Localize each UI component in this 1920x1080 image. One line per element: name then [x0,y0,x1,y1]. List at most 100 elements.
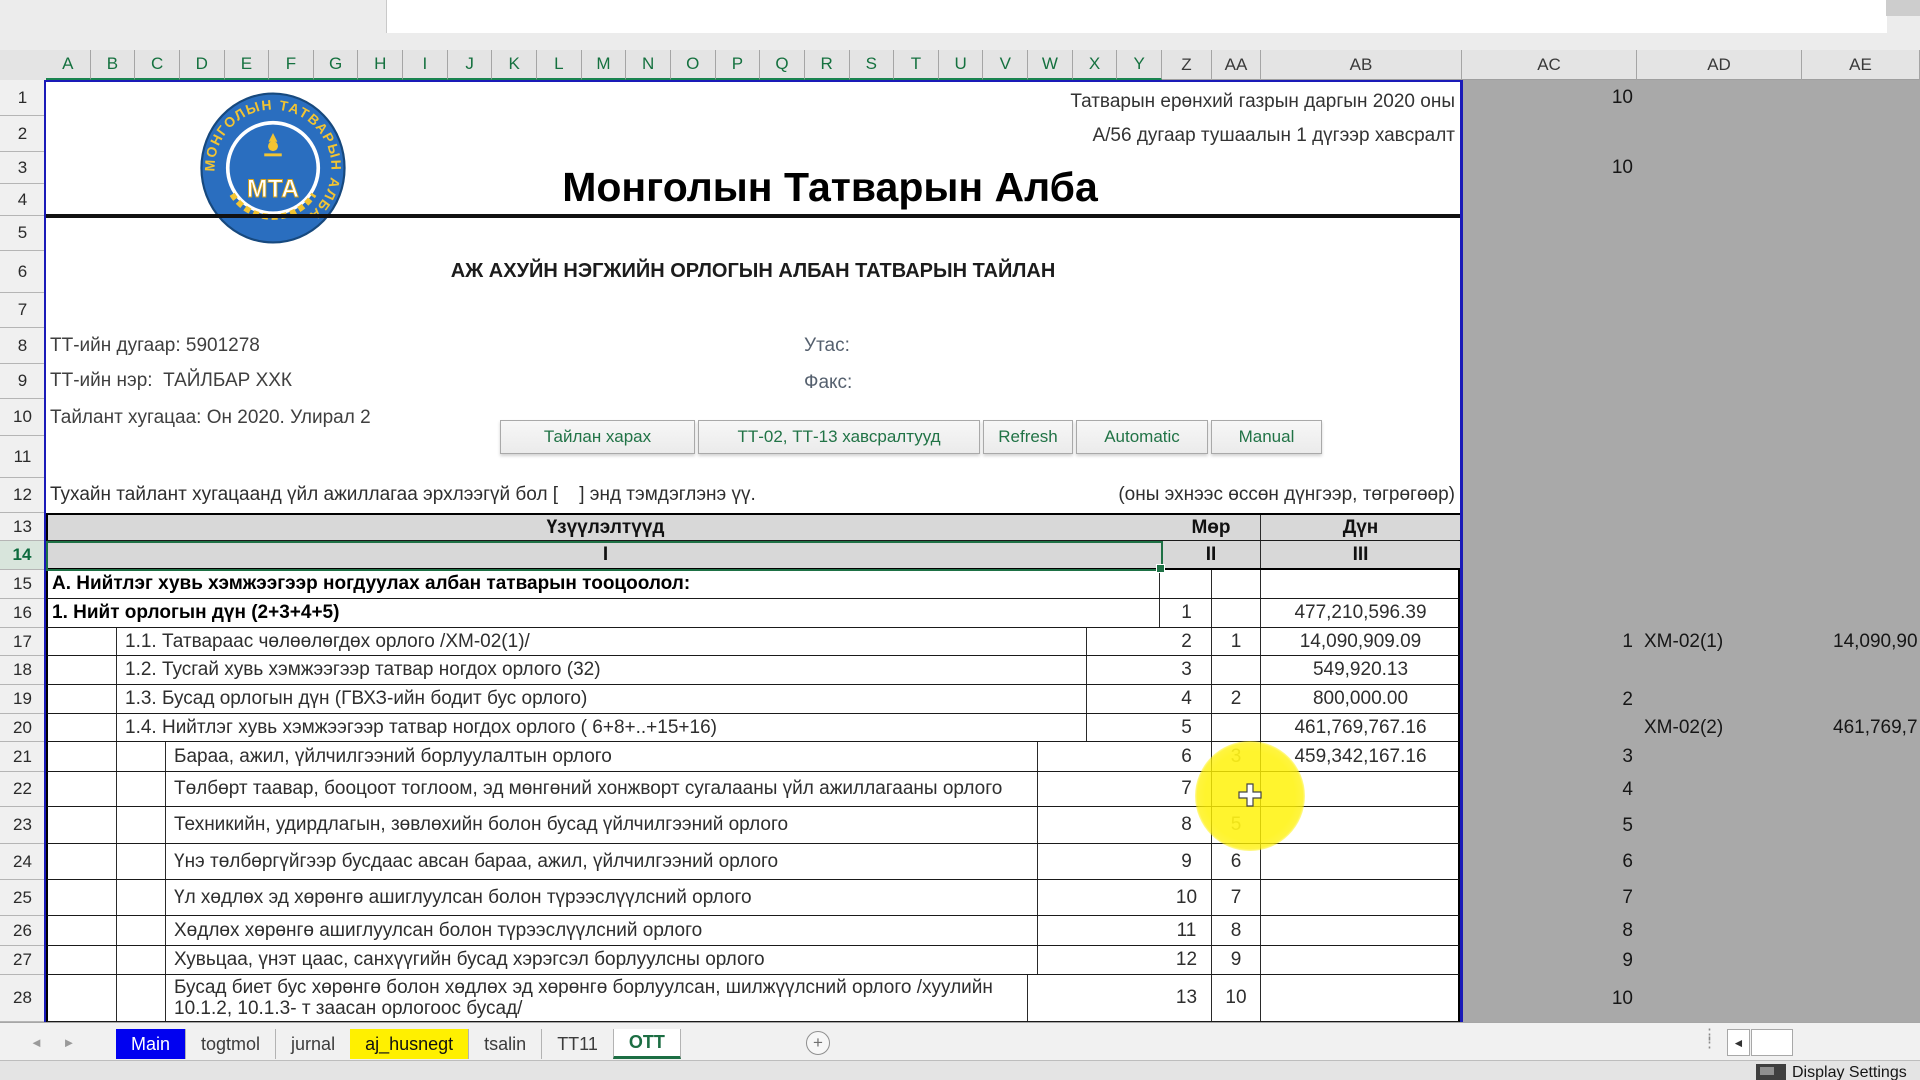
row-header-6[interactable]: 6 [0,251,46,293]
row-header-22[interactable]: 22 [0,772,46,807]
column-header-AC[interactable]: AC [1462,50,1637,80]
display-settings-label[interactable]: Display Settings [1792,1064,1907,1080]
table-cell-amount-r17[interactable]: 14,090,909.09 [1261,628,1460,655]
table-cell-sub-no-r18[interactable] [1212,656,1261,684]
table-cell-indicator-r15[interactable]: А. Нийтлэг хувь хэмжээгээр ногдуулах алб… [48,570,1160,598]
side-cell-ad-r17[interactable]: ХМ-02(1) [1644,628,1802,656]
row-header-21[interactable]: 21 [0,742,46,772]
column-header-AB[interactable]: AB [1261,50,1462,80]
column-header-X[interactable]: X [1073,50,1118,80]
macro-button-3[interactable]: Refresh [983,420,1073,454]
row-header-12[interactable]: 12 [0,478,46,513]
row-header-24[interactable]: 24 [0,844,46,880]
column-header-Q[interactable]: Q [760,50,805,80]
side-cell-ac-r26[interactable]: 8 [1463,916,1633,946]
table-header-amount[interactable]: Дүн [1261,515,1460,540]
table-cell-indicator-r26[interactable]: Хөдлөх хөрөнгө ашиглуулсан болон түрээсл… [48,916,1038,945]
table-cell-sub-no-r27[interactable]: 9 [1212,946,1261,974]
row-header-10[interactable]: 10 [0,399,46,436]
row-header-11[interactable]: 11 [0,436,46,478]
table-cell-amount-r24[interactable] [1261,844,1460,879]
side-cell-ac-r24[interactable]: 6 [1463,844,1633,880]
table-cell-indicator-r23[interactable]: Техникийн, удирдлагын, зөвлөхийн болон б… [48,807,1038,843]
table-cell-line-no-r22[interactable]: 7 [1162,772,1212,806]
tabbar-resize-dots-icon[interactable]: ⋮⋮ [1702,1031,1712,1047]
table-cell-sub-no-r17[interactable]: 1 [1212,628,1261,655]
column-header-H[interactable]: H [358,50,403,80]
side-cell-ac-r21[interactable]: 3 [1463,742,1633,772]
table-cell-sub-no-r19[interactable]: 2 [1212,685,1261,713]
side-cell-ac-r19[interactable]: 2 [1463,685,1633,714]
row-header-15[interactable]: 15 [0,570,46,599]
table-cell-indicator-r25[interactable]: Үл хөдлөх эд хөрөнгө ашиглуулсан болон т… [48,880,1038,915]
row-header-8[interactable]: 8 [0,328,46,364]
table-cell-amount-r15[interactable] [1261,570,1460,598]
table-cell-sub-no-r24[interactable]: 6 [1212,844,1261,879]
table-cell-line-no-r21[interactable]: 6 [1162,742,1212,771]
column-header-B[interactable]: B [91,50,136,80]
table-cell-indicator-r21[interactable]: Бараа, ажил, үйлчилгээний борлуулалтын о… [48,742,1038,771]
row-header-1[interactable]: 1 [0,80,46,116]
column-header-L[interactable]: L [537,50,582,80]
hscroll-left-arrow[interactable]: ◄ [1727,1029,1750,1056]
table-header-roman-1[interactable]: I [48,541,1164,568]
column-header-G[interactable]: G [314,50,359,80]
phone-label[interactable]: Утас: [804,335,850,357]
table-cell-sub-no-r23[interactable]: 5 [1212,807,1261,843]
table-cell-line-no-r25[interactable]: 10 [1162,880,1212,915]
column-header-AD[interactable]: AD [1637,50,1802,80]
table-cell-sub-no-r16[interactable] [1212,599,1261,627]
table-header-roman-3[interactable]: III [1261,541,1460,568]
side-cell-ac-r3[interactable]: 10 [1463,152,1633,184]
table-cell-indicator-r16[interactable]: 1. Нийт орлогын дүн (2+3+4+5) [48,599,1160,627]
table-cell-amount-r27[interactable] [1261,946,1460,974]
table-cell-amount-r26[interactable] [1261,916,1460,945]
table-cell-line-no-r27[interactable]: 12 [1162,946,1212,974]
table-cell-amount-r22[interactable] [1261,772,1460,806]
side-cell-ac-r22[interactable]: 4 [1463,772,1633,807]
column-header-J[interactable]: J [448,50,493,80]
table-cell-amount-r20[interactable]: 461,769,767.16 [1261,714,1460,741]
row-header-2[interactable]: 2 [0,116,46,152]
table-cell-sub-no-r25[interactable]: 7 [1212,880,1261,915]
side-cell-ac-r1[interactable]: 10 [1463,80,1633,116]
column-header-D[interactable]: D [180,50,225,80]
column-header-E[interactable]: E [225,50,270,80]
macro-button-5[interactable]: Manual [1211,420,1322,454]
row-header-18[interactable]: 18 [0,656,46,685]
table-cell-line-no-r15[interactable] [1162,570,1212,598]
macro-button-1[interactable]: Тайлан харах [500,420,695,454]
row-header-26[interactable]: 26 [0,916,46,946]
table-cell-sub-no-r21[interactable]: 3 [1212,742,1261,771]
fax-label[interactable]: Факс: [804,372,852,394]
table-cell-line-no-r19[interactable]: 4 [1162,685,1212,713]
table-cell-sub-no-r26[interactable]: 8 [1212,916,1261,945]
side-cell-ae-r17[interactable]: 14,090,90 [1833,628,1920,656]
row-header-16[interactable]: 16 [0,599,46,628]
table-cell-amount-r18[interactable]: 549,920.13 [1261,656,1460,684]
table-cell-sub-no-r20[interactable] [1212,714,1261,741]
macro-button-2[interactable]: ТТ-02, ТТ-13 хавсралтууд [698,420,980,454]
tt-name[interactable]: ТТ-ийн нэр: ТАЙЛБАР ХХК [50,370,292,392]
row-header-4[interactable]: 4 [0,184,46,216]
table-cell-line-no-r24[interactable]: 9 [1162,844,1212,879]
table-cell-amount-r25[interactable] [1261,880,1460,915]
table-cell-sub-no-r28[interactable]: 10 [1212,975,1261,1021]
column-header-AA[interactable]: AA [1212,50,1261,80]
sheet-tab-tsalin[interactable]: tsalin [468,1029,541,1059]
formula-bar-collapse[interactable] [1886,0,1920,16]
table-cell-indicator-r22[interactable]: Төлбөрт таавар, бооцоот тоглоом, эд мөнг… [48,772,1038,806]
table-cell-line-no-r28[interactable]: 13 [1162,975,1212,1021]
row-header-5[interactable]: 5 [0,216,46,251]
sheet-tab-jurnal[interactable]: jurnal [275,1029,350,1059]
row-header-3[interactable]: 3 [0,152,46,184]
column-header-K[interactable]: K [492,50,537,80]
sheet-tab-main[interactable]: Main [116,1029,185,1059]
row-header-17[interactable]: 17 [0,628,46,656]
table-cell-line-no-r17[interactable]: 2 [1162,628,1212,655]
table-cell-line-no-r18[interactable]: 3 [1162,656,1212,684]
row-header-20[interactable]: 20 [0,714,46,742]
table-cell-amount-r28[interactable] [1261,975,1460,1021]
table-cell-indicator-r27[interactable]: Хувьцаа, үнэт цаас, санхүүгийн бусад хэр… [48,946,1038,974]
row-header-27[interactable]: 27 [0,946,46,975]
